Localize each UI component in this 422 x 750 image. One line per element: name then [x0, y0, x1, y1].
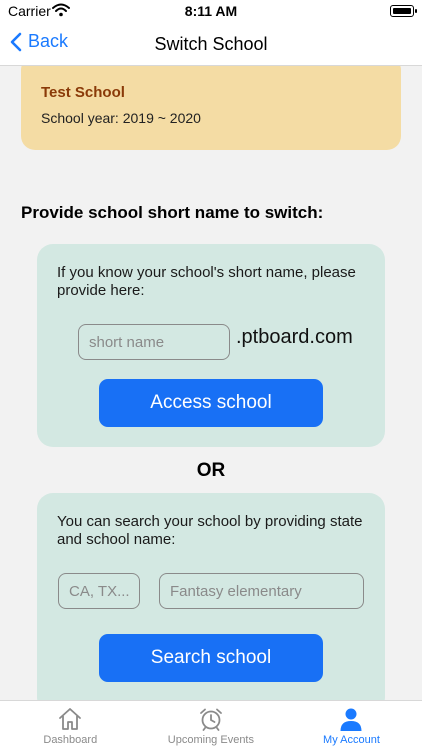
search-panel: You can search your school by providing …: [37, 493, 385, 700]
scroll-content[interactable]: Test School School year: 2019 ~ 2020 Pro…: [0, 66, 422, 700]
domain-suffix: .ptboard.com: [236, 326, 353, 348]
tab-dashboard[interactable]: Dashboard: [0, 701, 141, 750]
current-school-name: Test School: [41, 84, 125, 101]
or-separator: OR: [196, 460, 226, 481]
state-input[interactable]: [58, 573, 140, 609]
tab-upcoming-events-label: Upcoming Events: [167, 734, 254, 746]
access-school-button[interactable]: Access school: [99, 379, 323, 427]
short-name-input[interactable]: [78, 324, 230, 360]
navigation-bar: Back Switch School: [0, 24, 422, 66]
switch-heading: Provide school short name to switch:: [21, 203, 324, 222]
tab-my-account[interactable]: My Account: [281, 701, 422, 750]
tab-bar: Dashboard Upcoming Events My Account: [0, 700, 422, 750]
page-title: Switch School: [154, 34, 268, 54]
search-instructions: You can search your school by providing …: [57, 513, 363, 548]
current-school-year: School year: 2019 ~ 2020: [41, 110, 201, 126]
current-school-card: Test School School year: 2019 ~ 2020: [21, 66, 401, 150]
short-name-instructions: If you know your school's short name, pl…: [57, 264, 356, 299]
tab-dashboard-label: Dashboard: [43, 734, 98, 746]
short-name-panel: If you know your school's short name, pl…: [37, 244, 385, 447]
battery-icon: [390, 5, 417, 17]
status-bar: Carrier 8:11 AM: [0, 0, 422, 24]
person-icon: [340, 708, 362, 731]
school-name-input[interactable]: [159, 573, 364, 609]
search-school-button[interactable]: Search school: [99, 634, 323, 682]
alarm-clock-icon: [199, 708, 222, 731]
tab-upcoming-events[interactable]: Upcoming Events: [141, 701, 282, 750]
status-time: 8:11 AM: [184, 3, 238, 19]
house-icon: [59, 708, 82, 730]
tab-my-account-label: My Account: [323, 734, 380, 746]
